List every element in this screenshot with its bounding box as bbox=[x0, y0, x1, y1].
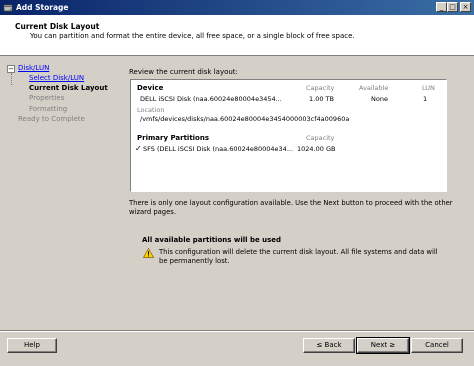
back-button[interactable]: ≤ Back bbox=[303, 338, 355, 353]
cancel-button[interactable]: Cancel bbox=[411, 338, 463, 353]
device-name: DELL iSCSI Disk (naa.60024e80004e3454... bbox=[140, 95, 282, 103]
minimize-button[interactable]: _ bbox=[436, 2, 447, 12]
nav-item-select-disk[interactable]: Select Disk/LUN bbox=[29, 74, 84, 82]
nav-item-ready: Ready to Complete bbox=[18, 115, 85, 123]
review-caption: Review the current disk layout: bbox=[129, 68, 238, 76]
help-button[interactable]: Help bbox=[7, 338, 57, 353]
location-value: /vmfs/devices/disks/naa.60024e80004e3454… bbox=[140, 115, 350, 123]
device-header: Device bbox=[137, 84, 164, 92]
nav-item-formatting: Formatting bbox=[29, 105, 68, 113]
device-available: None bbox=[371, 95, 388, 103]
disk-layout-box: Device Capacity Available LUN DELL iSCSI… bbox=[130, 79, 447, 192]
device-capacity: 1.00 TB bbox=[309, 95, 334, 103]
page-title: Current Disk Layout bbox=[15, 22, 100, 31]
partition-capacity: 1024.00 GB bbox=[297, 145, 336, 153]
partition-name: SFS (DELL iSCSI Disk (naa.60024e80004e34… bbox=[143, 145, 294, 153]
capacity-header: Capacity bbox=[306, 84, 335, 92]
wizard-nav: − Disk/LUN Select Disk/LUN Current Disk … bbox=[4, 60, 121, 326]
lun-header: LUN bbox=[422, 84, 435, 92]
partitions-header: Primary Partitions bbox=[137, 134, 210, 142]
warning-text: This configuration will delete the curre… bbox=[159, 248, 438, 265]
location-label: Location bbox=[137, 106, 165, 114]
storage-icon bbox=[3, 3, 13, 13]
available-header: Available bbox=[359, 84, 389, 92]
main-panel: Review the current disk layout: Device C… bbox=[126, 60, 470, 326]
maximize-button[interactable]: □ bbox=[447, 2, 458, 12]
page-subtitle: You can partition and format the entire … bbox=[30, 32, 355, 40]
close-button[interactable]: × bbox=[460, 2, 471, 12]
device-lun: 1 bbox=[423, 95, 428, 103]
collapse-tree-icon[interactable]: − bbox=[7, 65, 15, 73]
checkmark-icon: ✓ bbox=[135, 144, 142, 153]
wizard-header: Current Disk Layout You can partition an… bbox=[0, 15, 474, 56]
partition-capacity-header: Capacity bbox=[306, 134, 335, 142]
window-title: Add Storage bbox=[16, 3, 69, 12]
nav-item-current-layout: Current Disk Layout bbox=[29, 84, 108, 92]
tree-connector bbox=[11, 73, 12, 85]
warning-title: All available partitions will be used bbox=[142, 236, 282, 244]
warning-icon bbox=[142, 247, 155, 258]
title-bar: Add Storage _ □ × bbox=[0, 0, 474, 15]
nav-item-properties: Properties bbox=[29, 94, 65, 102]
info-text: There is only one layout configuration a… bbox=[129, 199, 453, 216]
next-button[interactable]: Next ≥ bbox=[356, 337, 410, 354]
footer-divider bbox=[0, 330, 474, 332]
nav-group-disk-lun[interactable]: Disk/LUN bbox=[18, 64, 49, 72]
